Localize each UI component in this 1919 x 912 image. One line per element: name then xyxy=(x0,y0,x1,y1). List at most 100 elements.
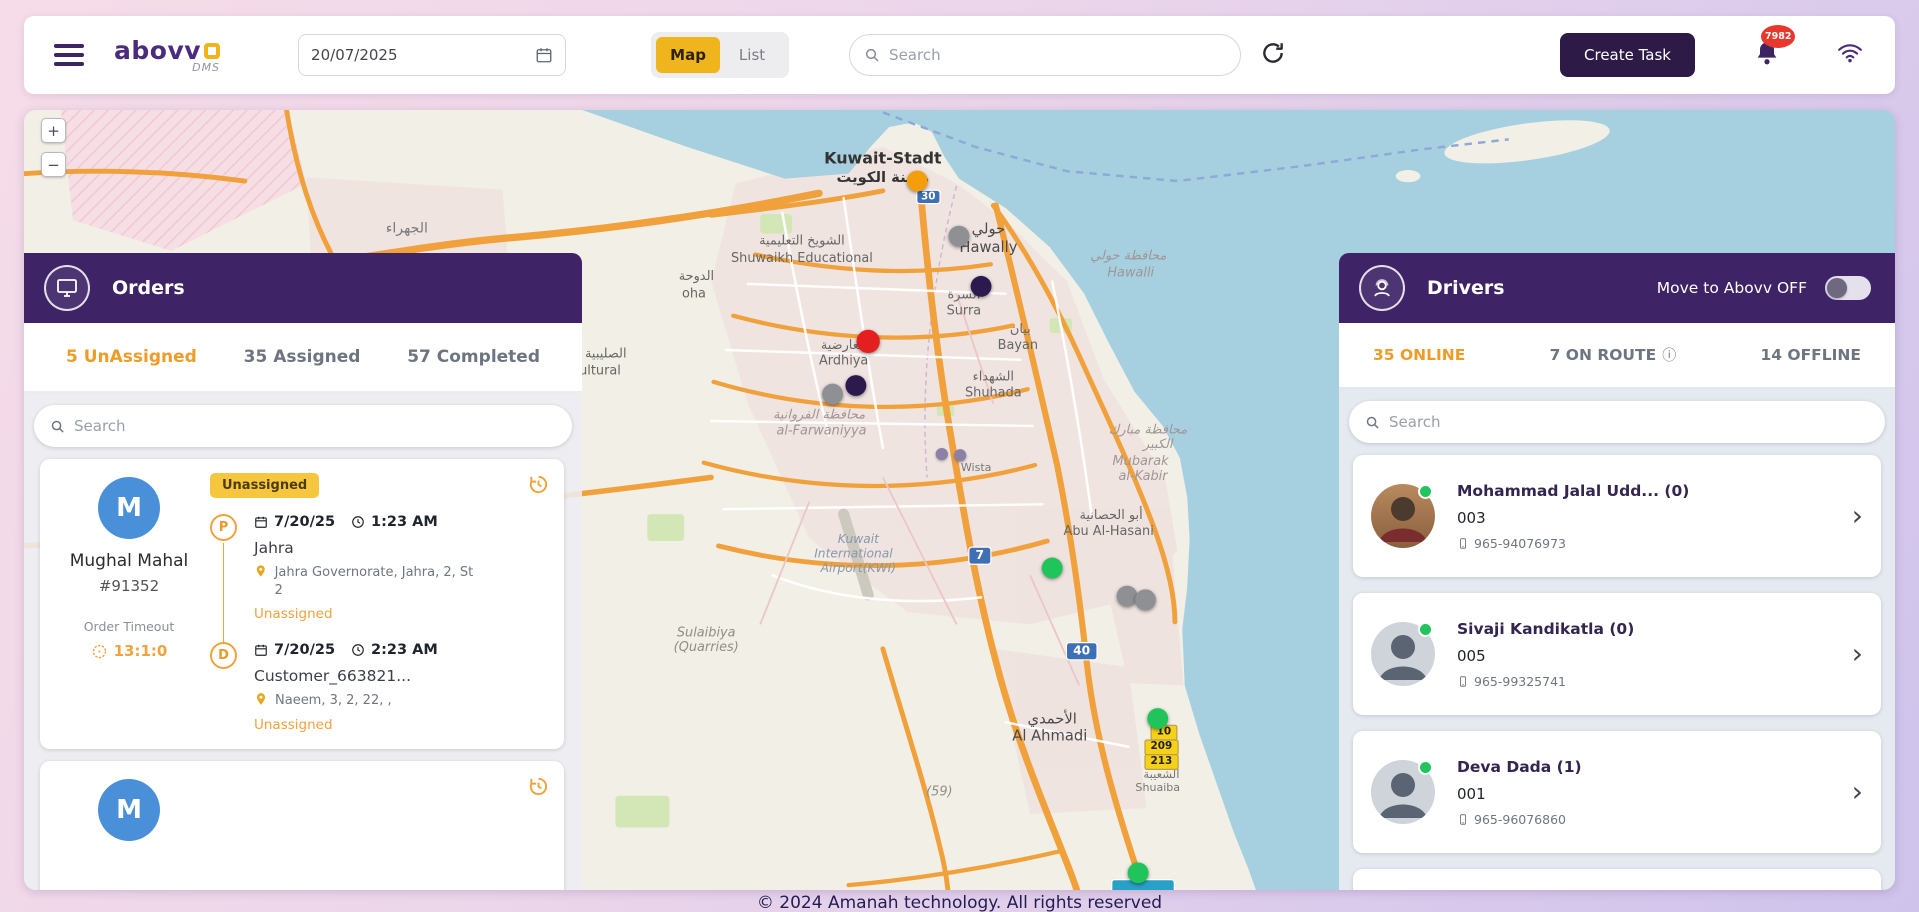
map-label: الشهداء xyxy=(973,370,1014,385)
driver-avatar xyxy=(1371,760,1435,824)
clock-icon xyxy=(351,643,365,657)
orders-tab-assigned[interactable]: 35 Assigned xyxy=(244,347,361,367)
notifications-button[interactable]: 7982 xyxy=(1753,39,1781,71)
info-icon[interactable]: ⓘ xyxy=(1662,345,1676,365)
road-badge-yellow: 213 xyxy=(1144,754,1178,770)
phone-icon xyxy=(1457,537,1469,550)
map-marker-purple[interactable] xyxy=(845,375,866,396)
drivers-panel-title: Drivers xyxy=(1427,277,1505,299)
global-search xyxy=(849,34,1241,76)
map-marker-gray[interactable] xyxy=(949,226,970,247)
orders-icon xyxy=(44,265,90,311)
notification-badge: 7982 xyxy=(1761,25,1795,48)
chevron-right-icon[interactable]: › xyxy=(1852,640,1863,668)
map-container[interactable]: Kuwait-Stadt مدينة الكويت الجهراء الدوحة… xyxy=(24,110,1895,890)
orders-tab-unassigned[interactable]: 5 UnAssigned xyxy=(66,347,197,367)
search-icon xyxy=(1365,415,1380,430)
menu-icon[interactable] xyxy=(54,44,84,66)
toggle-list-button[interactable]: List xyxy=(720,37,784,73)
map-label: Kuwait-Stadt xyxy=(824,150,942,168)
order-id: #91352 xyxy=(99,577,159,595)
drivers-tab-onroute[interactable]: 7 ON ROUTE ⓘ xyxy=(1550,345,1677,365)
map-list-toggle: Map List xyxy=(651,32,789,78)
orders-tab-completed[interactable]: 57 Completed xyxy=(407,347,540,367)
order-customer-block: M Mughal Mahal #91352 Order Timeout 13:1… xyxy=(54,473,204,733)
order-card[interactable]: M xyxy=(40,761,564,890)
road-badge: 30 xyxy=(916,190,940,205)
pickup-address: Jahra Governorate, Jahra, 2, St 2 xyxy=(275,564,479,599)
drop-time: 2:23 AM xyxy=(371,642,438,658)
global-search-input[interactable] xyxy=(889,46,1226,64)
chevron-right-icon[interactable]: › xyxy=(1852,778,1863,806)
pickup-marker: P xyxy=(210,514,237,541)
toggle-map-button[interactable]: Map xyxy=(656,37,720,73)
map-marker-dot[interactable] xyxy=(954,449,966,461)
map-marker-orange[interactable] xyxy=(907,171,928,192)
orders-panel-body: M Mughal Mahal #91352 Order Timeout 13:1… xyxy=(24,391,582,890)
map-label: محافظة حولي xyxy=(1090,248,1166,263)
orders-search xyxy=(34,405,572,447)
pin-icon xyxy=(254,564,268,578)
driver-card[interactable] xyxy=(1353,869,1881,890)
driver-code: 001 xyxy=(1457,785,1842,803)
map-marker-gray[interactable] xyxy=(822,384,843,405)
map-marker-gray[interactable] xyxy=(1135,589,1156,610)
logo-mark-icon xyxy=(204,43,220,59)
map-marker-green[interactable] xyxy=(1128,862,1149,883)
customer-avatar: M xyxy=(98,779,160,841)
map-marker-purple[interactable] xyxy=(971,276,992,297)
pickup-time: 1:23 AM xyxy=(371,514,438,530)
online-dot xyxy=(1418,622,1433,637)
road-badge-yellow: 209 xyxy=(1144,739,1178,755)
zoom-in-button[interactable]: + xyxy=(41,118,66,143)
drop-status: Unassigned xyxy=(254,717,550,733)
driver-card[interactable]: Sivaji Kandikatla (0) 005 965-99325741 › xyxy=(1353,593,1881,715)
order-history-icon[interactable] xyxy=(527,775,550,802)
status-badge: Unassigned xyxy=(210,473,319,498)
drivers-tab-online[interactable]: 35 ONLINE xyxy=(1373,346,1465,364)
calendar-icon[interactable] xyxy=(535,46,553,64)
map-label: Ardhiya xyxy=(819,354,868,369)
map-marker-gray[interactable] xyxy=(1117,586,1138,607)
driver-phone: 965-96076860 xyxy=(1474,812,1566,827)
copyright-text: © 2024 Amanah technology. All rights res… xyxy=(0,893,1919,912)
order-card[interactable]: M Mughal Mahal #91352 Order Timeout 13:1… xyxy=(40,459,564,749)
order-history-icon[interactable] xyxy=(527,473,550,500)
map-zoom-controls: + − xyxy=(41,118,66,177)
driver-name: Sivaji Kandikatla (0) xyxy=(1457,620,1842,638)
chevron-right-icon[interactable]: › xyxy=(1852,502,1863,530)
map-label: Kuwait xyxy=(838,533,879,546)
abovv-toggle[interactable] xyxy=(1825,276,1871,300)
driver-name: Deva Dada (1) xyxy=(1457,758,1842,776)
driver-card[interactable]: Deva Dada (1) 001 965-96076860 › xyxy=(1353,731,1881,853)
map-label: Abu Al-Hasani xyxy=(1064,524,1154,539)
driver-code: 003 xyxy=(1457,509,1842,527)
drop-address: Naeem, 3, 2, 22, , xyxy=(275,692,392,710)
order-timeline: P 7/20/25 1:23 AM Jahra xyxy=(210,514,550,733)
pickup-name: Jahra xyxy=(254,539,550,557)
zoom-out-button[interactable]: − xyxy=(41,152,66,177)
connection-status[interactable] xyxy=(1835,40,1865,70)
map-marker-dot[interactable] xyxy=(936,448,948,460)
top-header: abovv DMS 20/07/2025 Map List Create Tas… xyxy=(24,16,1895,94)
pickup-stop: P 7/20/25 1:23 AM Jahra xyxy=(210,514,550,632)
clock-icon xyxy=(351,515,365,529)
pin-icon xyxy=(254,692,268,706)
road-badge: 40 xyxy=(1066,642,1098,660)
map-marker-red[interactable] xyxy=(857,330,880,353)
map-marker-green[interactable] xyxy=(1147,708,1168,729)
map-label: الشويخ التعليمية xyxy=(759,234,845,249)
map-label: International xyxy=(814,548,893,561)
date-picker[interactable]: 20/07/2025 xyxy=(298,34,566,76)
map-label: بيان xyxy=(1010,322,1031,337)
driver-card[interactable]: Mohammad Jalal Udd... (0) 003 965-940769… xyxy=(1353,455,1881,577)
drivers-search-input[interactable] xyxy=(1389,413,1869,431)
drop-marker: D xyxy=(210,642,237,669)
create-task-button[interactable]: Create Task xyxy=(1560,33,1695,77)
refresh-button[interactable] xyxy=(1257,39,1289,71)
drivers-tab-offline[interactable]: 14 OFFLINE xyxy=(1760,346,1861,364)
drop-name: Customer_663821... xyxy=(254,667,550,685)
map-label: (Quarries) xyxy=(674,640,739,655)
map-marker-green[interactable] xyxy=(1042,558,1063,579)
orders-search-input[interactable] xyxy=(74,417,556,435)
